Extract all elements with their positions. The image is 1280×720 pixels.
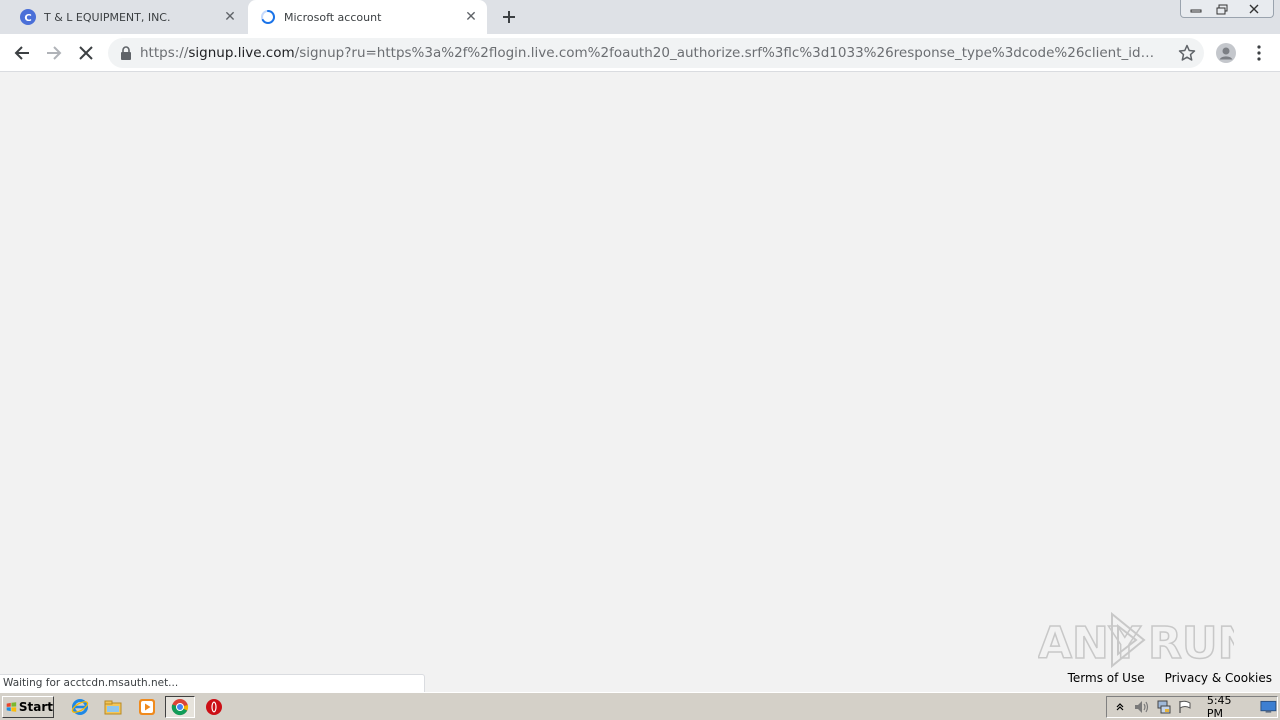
minimize-button[interactable] (1183, 0, 1209, 18)
chrome-taskbar-button[interactable] (165, 696, 195, 718)
address-bar[interactable]: https://signup.live.com/signup?ru=https%… (108, 38, 1204, 68)
loading-spinner-icon (261, 10, 275, 24)
url-scheme: https:// (140, 45, 189, 61)
arrow-left-icon (14, 46, 29, 60)
chevron-up-icon (1117, 703, 1124, 711)
privacy-cookies-link[interactable]: Privacy & Cookies (1165, 671, 1272, 685)
forward-button[interactable] (40, 39, 68, 67)
file-explorer-taskbar-button[interactable] (102, 697, 124, 717)
status-bubble: Waiting for acctcdn.msauth.net... (0, 674, 425, 693)
internet-explorer-taskbar-button[interactable] (69, 697, 91, 717)
network-tray-button[interactable] (1156, 699, 1172, 715)
media-player-icon (139, 699, 155, 715)
restore-icon (1216, 4, 1228, 14)
action-center-tray-button[interactable] (1178, 699, 1193, 715)
terms-of-use-link[interactable]: Terms of Use (1068, 671, 1145, 685)
internet-explorer-icon (71, 699, 89, 715)
url-text[interactable]: https://signup.live.com/signup?ru=https%… (140, 45, 1162, 61)
url-host: signup.live.com (188, 45, 295, 61)
tab-close-icon[interactable]: ✕ (222, 9, 238, 25)
restore-button[interactable] (1209, 0, 1235, 18)
browser-toolbar: https://signup.live.com/signup?ru=https%… (0, 34, 1280, 72)
profile-button[interactable] (1212, 39, 1240, 67)
tab-title: T & L EQUIPMENT, INC. (44, 10, 171, 24)
tab-title: Microsoft account (284, 10, 382, 24)
speaker-icon (1134, 701, 1149, 713)
url-path: /signup?ru=https%3a%2f%2flogin.live.com%… (294, 45, 1162, 61)
new-tab-button[interactable] (498, 6, 520, 28)
tab-close-icon[interactable]: ✕ (463, 9, 479, 25)
show-desktop-icon[interactable] (1260, 700, 1277, 714)
lock-icon[interactable] (120, 46, 132, 60)
page-content: ANY RUN Terms of Use Privacy & Cookies W… (0, 72, 1280, 693)
minimize-icon (1190, 9, 1202, 13)
tab-microsoft-account[interactable]: Microsoft account ✕ (248, 0, 487, 34)
windows-logo-icon (6, 702, 17, 712)
file-explorer-icon (104, 700, 122, 715)
opera-icon (206, 699, 222, 715)
tab-tl-equipment[interactable]: C T & L EQUIPMENT, INC. ✕ (8, 0, 246, 34)
c-logo-icon: C (20, 9, 36, 25)
opera-taskbar-button[interactable] (203, 697, 225, 717)
chrome-icon (171, 699, 189, 716)
volume-tray-button[interactable] (1134, 699, 1150, 715)
start-label: Start (18, 700, 53, 714)
show-hidden-icons-button[interactable] (1113, 699, 1128, 715)
page-footer: Terms of Use Privacy & Cookies (1068, 671, 1272, 685)
back-button[interactable] (8, 39, 36, 67)
window-close-button[interactable] (1236, 0, 1272, 18)
menu-button[interactable] (1245, 39, 1273, 67)
svg-text:C: C (24, 13, 31, 24)
arrow-right-icon (47, 46, 62, 60)
stop-x-icon (79, 46, 93, 60)
network-icon (1157, 700, 1171, 714)
avatar-icon (1216, 43, 1236, 63)
taskbar-clock[interactable]: 5:45 PM (1207, 694, 1248, 720)
kebab-menu-icon (1257, 45, 1261, 61)
system-tray: 5:45 PM (1106, 694, 1278, 720)
tab-strip: C T & L EQUIPMENT, INC. ✕ Microsoft acco… (0, 0, 1280, 34)
media-player-taskbar-button[interactable] (136, 697, 158, 717)
start-button[interactable]: Start (2, 696, 54, 718)
watermark-right: RUN (1148, 618, 1234, 669)
close-icon (1249, 4, 1259, 14)
bookmark-star-icon[interactable] (1178, 44, 1196, 62)
plus-icon (503, 11, 515, 23)
windows-taskbar: Start 5:45 PM (0, 692, 1280, 720)
flag-icon (1179, 700, 1191, 713)
anyrun-watermark-logo: ANY RUN (1038, 611, 1234, 670)
stop-loading-button[interactable] (72, 39, 100, 67)
